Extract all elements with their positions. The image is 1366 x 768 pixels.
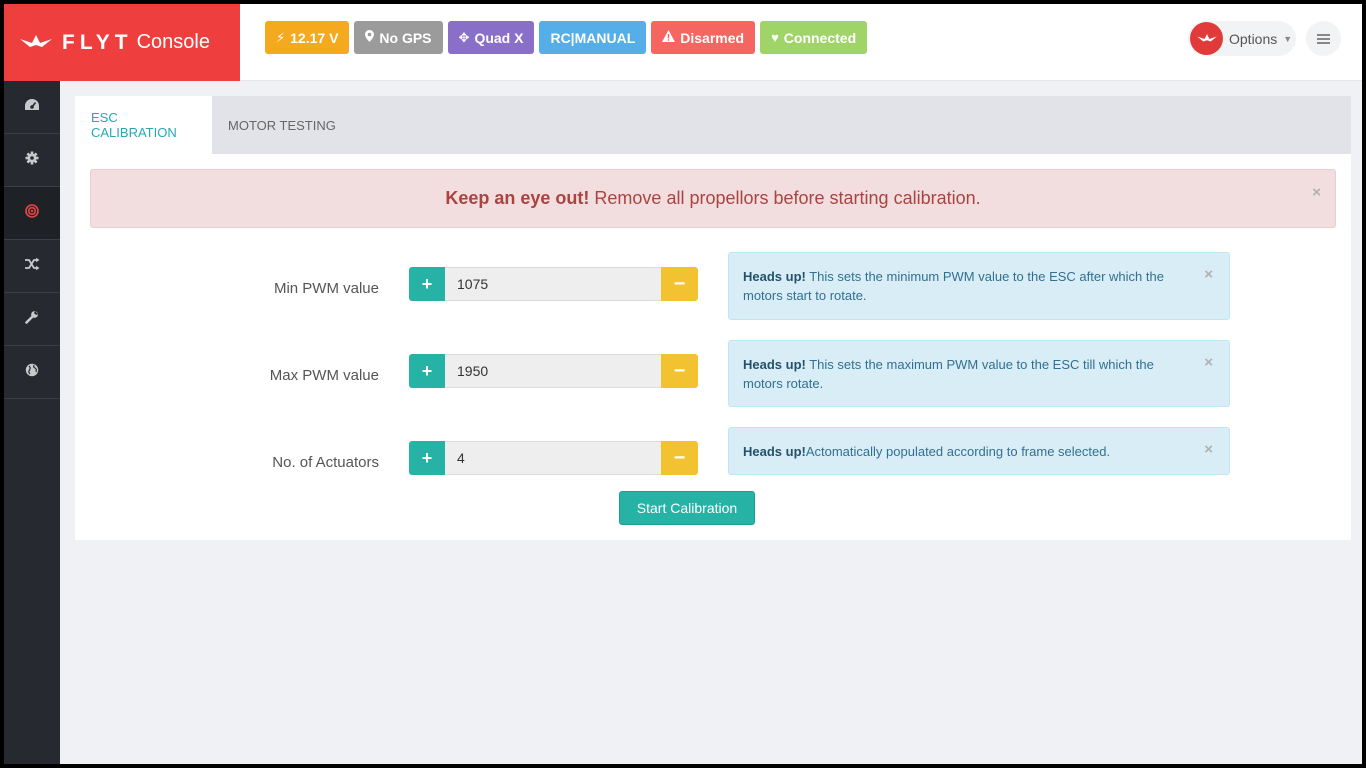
sidebar-item-tools[interactable]	[4, 293, 60, 346]
plus-icon: +	[421, 273, 433, 294]
actuators-increment-button[interactable]: +	[409, 441, 445, 475]
min-pwm-stepper: + −	[409, 267, 698, 301]
frame-badge[interactable]: ✥ Quad X	[447, 21, 535, 54]
arm-badge[interactable]: Disarmed	[651, 21, 756, 54]
connection-status: Connected	[783, 29, 857, 46]
sidebar-item-network[interactable]	[4, 346, 60, 399]
max-pwm-stepper: + −	[409, 354, 698, 388]
sidebar	[4, 81, 60, 764]
min-pwm-label: Min PWM value	[273, 280, 379, 297]
info-title: Heads up!	[743, 444, 806, 459]
gear-icon	[25, 151, 39, 170]
close-icon[interactable]: ×	[1204, 442, 1213, 457]
actuators-label: No. of Actuators	[272, 454, 379, 471]
sidebar-item-mixing[interactable]	[4, 240, 60, 293]
max-pwm-input[interactable]	[445, 354, 661, 388]
dashboard-icon	[24, 98, 40, 117]
max-pwm-info-alert: Heads up! This sets the maximum PWM valu…	[728, 340, 1230, 407]
minus-icon: −	[673, 359, 686, 382]
plus-icon: +	[421, 447, 433, 468]
move-arrows-icon: ✥	[458, 29, 470, 45]
actuators-info-alert: Heads up!Actomatically populated accordi…	[728, 427, 1230, 475]
warning-title: Keep an eye out!	[445, 188, 590, 208]
status-badges: ⚡ 12.17 V No GPS ✥ Quad X RC|MANUAL Disa…	[265, 21, 868, 54]
sidebar-item-calibration[interactable]	[4, 187, 60, 240]
connection-badge[interactable]: ♥ Connected	[760, 21, 868, 54]
menu-button[interactable]	[1306, 21, 1341, 56]
actuators-input[interactable]	[445, 441, 661, 475]
info-text: This sets the minimum PWM value to the E…	[743, 269, 1164, 303]
min-pwm-input[interactable]	[445, 267, 661, 301]
brand-name: FLYT	[62, 30, 133, 54]
drone-logo-icon	[18, 33, 54, 53]
hamburger-icon	[1317, 32, 1330, 46]
max-pwm-increment-button[interactable]: +	[409, 354, 445, 388]
tab-bar: ESC CALIBRATION MOTOR TESTING	[75, 96, 1351, 154]
voltage-badge[interactable]: ⚡ 12.17 V	[265, 21, 350, 54]
actuators-stepper: + −	[409, 441, 698, 475]
max-pwm-decrement-button[interactable]: −	[661, 354, 698, 388]
caret-down-icon: ▼	[1283, 33, 1293, 44]
tab-motor-testing[interactable]: MOTOR TESTING	[212, 96, 352, 154]
sidebar-item-dashboard[interactable]	[4, 81, 60, 134]
min-pwm-decrement-button[interactable]: −	[661, 267, 698, 301]
avatar	[1190, 22, 1223, 55]
frame-type: Quad X	[474, 29, 524, 46]
minus-icon: −	[673, 272, 686, 295]
voltage-value: 12.17 V	[290, 29, 339, 46]
max-pwm-label: Max PWM value	[269, 367, 379, 384]
propeller-warning-alert: Keep an eye out! Remove all propellors b…	[90, 169, 1336, 228]
warning-icon	[662, 30, 676, 45]
info-title: Heads up!	[743, 357, 806, 372]
actuators-decrement-button[interactable]: −	[661, 441, 698, 475]
gps-status: No GPS	[379, 29, 432, 46]
minus-icon: −	[673, 446, 686, 469]
brand-suffix: Console	[136, 31, 210, 53]
plus-icon: +	[421, 360, 433, 381]
esc-calibration-panel: ESC CALIBRATION MOTOR TESTING Keep an ey…	[75, 96, 1351, 540]
close-icon[interactable]: ×	[1312, 185, 1321, 200]
flight-mode: RC|MANUAL	[550, 29, 636, 46]
heart-icon: ♥	[771, 30, 779, 45]
sidebar-item-settings[interactable]	[4, 134, 60, 187]
min-pwm-info-alert: Heads up! This sets the minimum PWM valu…	[728, 252, 1230, 320]
app-window: FLYT Console ⚡ 12.17 V No GPS ✥ Quad X R…	[4, 4, 1362, 764]
tab-esc-calibration[interactable]: ESC CALIBRATION	[75, 96, 212, 154]
bolt-icon: ⚡	[276, 29, 286, 45]
options-dropdown[interactable]: Options ▼	[1188, 21, 1296, 56]
shuffle-icon	[24, 257, 40, 276]
top-bar: FLYT Console ⚡ 12.17 V No GPS ✥ Quad X R…	[4, 4, 1362, 81]
info-title: Heads up!	[743, 269, 806, 284]
brand-logo[interactable]: FLYT Console	[4, 4, 240, 81]
close-icon[interactable]: ×	[1204, 355, 1213, 370]
info-text: Actomatically populated according to fra…	[805, 444, 1111, 459]
mode-badge[interactable]: RC|MANUAL	[539, 21, 647, 54]
start-calibration-button[interactable]: Start Calibration	[619, 491, 755, 525]
wrench-icon	[25, 310, 39, 329]
options-label: Options	[1229, 30, 1278, 47]
globe-icon	[25, 363, 39, 382]
close-icon[interactable]: ×	[1204, 267, 1213, 282]
gps-badge[interactable]: No GPS	[354, 21, 443, 54]
target-icon	[25, 203, 39, 223]
arm-status: Disarmed	[680, 29, 745, 46]
min-pwm-increment-button[interactable]: +	[409, 267, 445, 301]
warning-text: Remove all propellors before starting ca…	[594, 188, 981, 208]
map-marker-icon	[365, 30, 375, 45]
